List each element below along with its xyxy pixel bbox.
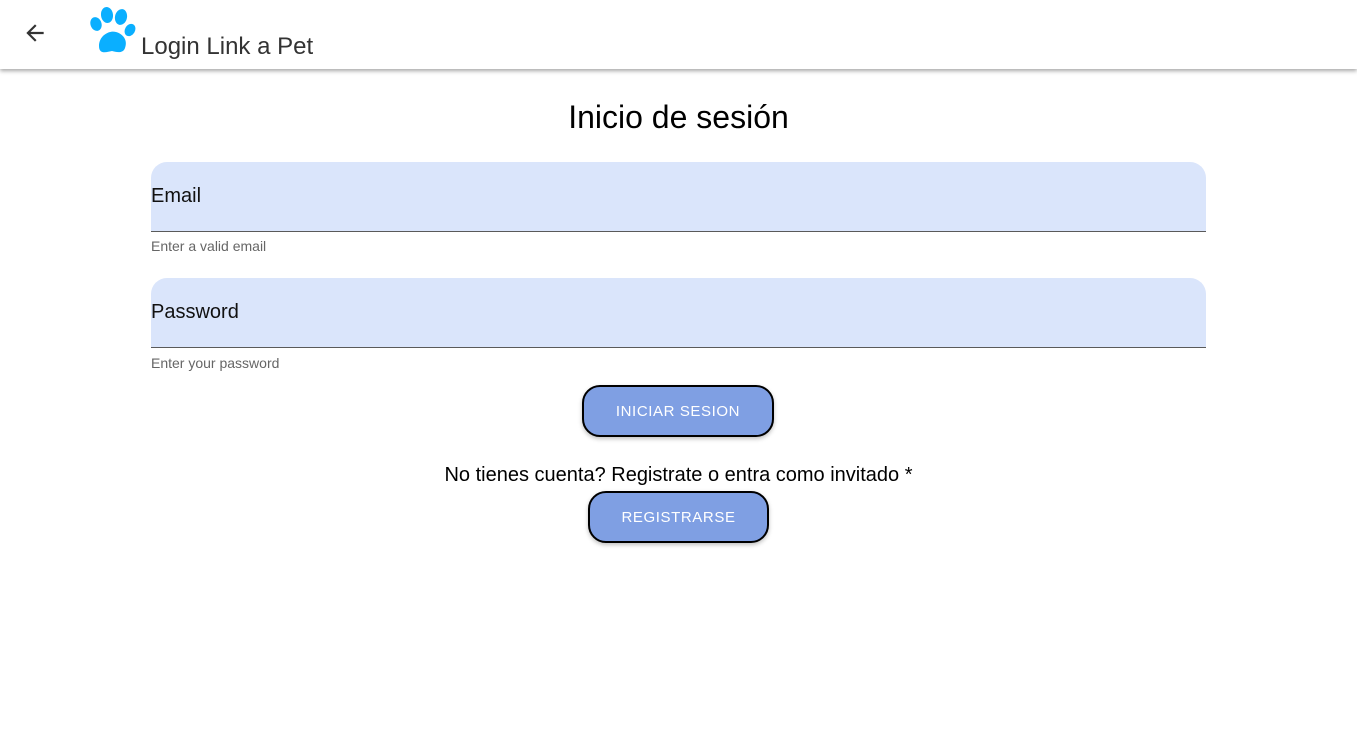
back-button[interactable] bbox=[16, 16, 54, 54]
password-input[interactable] bbox=[151, 278, 1206, 347]
signup-prompt: No tienes cuenta? Registrate o entra com… bbox=[444, 464, 913, 486]
email-hint: Enter a valid email bbox=[151, 238, 267, 254]
arrow-left-icon bbox=[22, 20, 48, 51]
app-title: Login Link a Pet bbox=[141, 33, 314, 60]
login-button[interactable]: INICIAR SESION bbox=[582, 385, 774, 437]
top-app-bar: Login Link a Pet bbox=[0, 0, 1357, 69]
password-hint: Enter your password bbox=[151, 355, 280, 371]
email-input[interactable] bbox=[151, 162, 1206, 231]
page-title: Inicio de sesión bbox=[568, 99, 789, 135]
email-field[interactable]: Email bbox=[151, 162, 1206, 232]
register-button[interactable]: REGISTRARSE bbox=[588, 491, 769, 543]
password-field[interactable]: Password bbox=[151, 278, 1206, 348]
paw-icon bbox=[88, 6, 136, 56]
